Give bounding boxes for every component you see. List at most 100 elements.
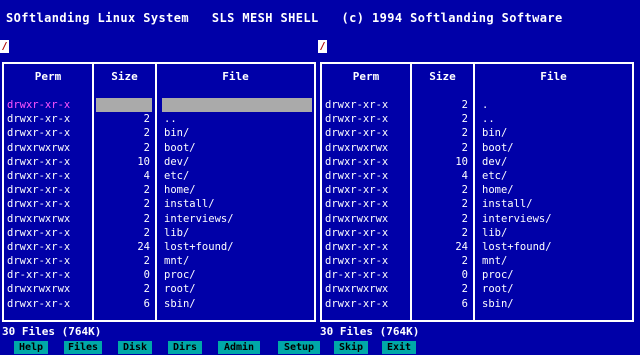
left-file-name: lib/ xyxy=(164,226,190,239)
right-path-marker[interactable]: / xyxy=(318,40,327,53)
fkey-exit-button[interactable]: Exit xyxy=(382,341,416,354)
fkey-skip-button[interactable]: Skip xyxy=(334,341,368,354)
fkey-setup-button[interactable]: Setup xyxy=(278,341,320,354)
left-file-size: 2 xyxy=(143,184,150,197)
right-file-name: root/ xyxy=(482,283,514,296)
left-file-perm: drwxrwxrwx xyxy=(7,283,71,296)
left-file-size: 2 xyxy=(143,283,150,296)
left-file-perm: drwxr-xr-x xyxy=(7,127,71,140)
left-size-header[interactable]: Size xyxy=(94,70,155,83)
left-file-size: 2 xyxy=(143,127,150,140)
left-file-row[interactable]: drwxr-xr-x 2.. xyxy=(4,112,314,126)
right-perm-header[interactable]: Perm xyxy=(322,70,410,83)
left-file-name: interviews/ xyxy=(164,212,234,225)
left-file-name: etc/ xyxy=(164,169,190,182)
left-file-size: 2 xyxy=(143,255,150,268)
left-file-row[interactable]: drwxr-xr-x 2 mnt/ xyxy=(4,254,314,268)
left-file-name: .. xyxy=(164,113,177,126)
left-file-perm: drwxr-xr-x xyxy=(7,169,71,182)
left-file-perm: dr-xr-xr-x xyxy=(7,269,71,282)
right-file-size: 2 xyxy=(461,198,468,211)
right-file-name: .. xyxy=(482,113,495,126)
right-file-size: 2 xyxy=(461,184,468,197)
right-file-perm: drwxr-xr-x xyxy=(325,127,389,140)
right-file-row[interactable]: drwxr-xr-x 2. xyxy=(322,98,632,112)
right-file-list: drwxr-xr-x 2. drwxr-xr-x 2.. drwxr-xr-x 2 bin/… xyxy=(322,98,632,311)
left-file-row[interactable]: drwxr-xr-x 2. xyxy=(4,98,314,112)
left-file-name: home/ xyxy=(164,184,196,197)
right-file-row[interactable]: drwxr-xr-x 2 home/ xyxy=(322,183,632,197)
right-file-size: 2 xyxy=(461,127,468,140)
left-file-size: 2 xyxy=(143,198,150,211)
left-file-row[interactable]: drwxr-xr-x 24 lost+found/ xyxy=(4,240,314,254)
right-file-size: 2 xyxy=(461,212,468,225)
left-file-name: install/ xyxy=(164,198,215,211)
left-file-size: 2 xyxy=(143,226,150,239)
left-file-header[interactable]: File xyxy=(157,70,314,83)
fkey-admin-button[interactable]: Admin xyxy=(218,341,260,354)
fkey-help-button[interactable]: Help xyxy=(14,341,48,354)
fkey-dirs-button[interactable]: Dirs xyxy=(168,341,202,354)
right-file-name: home/ xyxy=(482,184,514,197)
left-file-perm: drwxr-xr-x xyxy=(7,184,71,197)
right-file-perm: drwxr-xr-x xyxy=(325,240,389,253)
left-file-row[interactable]: drwxrwxrwx 2 interviews/ xyxy=(4,212,314,226)
left-file-row[interactable]: drwxr-xr-x 2 bin/ xyxy=(4,126,314,140)
right-file-name: lib/ xyxy=(482,226,508,239)
left-file-row[interactable]: drwxrwxrwx 2 root/ xyxy=(4,282,314,296)
left-perm-header[interactable]: Perm xyxy=(4,70,92,83)
left-file-size: 4 xyxy=(143,169,150,182)
left-path-bar: / xyxy=(0,40,320,54)
right-file-row[interactable]: drwxr-xr-x 4 etc/ xyxy=(322,169,632,183)
left-file-size: 10 xyxy=(137,155,150,168)
right-file-row[interactable]: drwxrwxrwx 2 root/ xyxy=(322,282,632,296)
left-file-size: 2 xyxy=(143,113,150,126)
left-file-row[interactable]: drwxrwxrwx 2 boot/ xyxy=(4,141,314,155)
fkey-disk-button[interactable]: Disk xyxy=(118,341,152,354)
left-file-row[interactable]: drwxr-xr-x 2 install/ xyxy=(4,197,314,211)
left-file-row[interactable]: drwxr-xr-x 4 etc/ xyxy=(4,169,314,183)
right-file-size: 2 xyxy=(461,141,468,154)
right-file-perm: drwxr-xr-x xyxy=(325,155,389,168)
left-file-size: 24 xyxy=(137,240,150,253)
left-file-name: . xyxy=(162,98,312,112)
left-file-perm: drwxrwxrwx xyxy=(7,212,71,225)
right-file-perm: drwxrwxrwx xyxy=(325,141,389,154)
right-file-row[interactable]: drwxr-xr-x 2 lib/ xyxy=(322,226,632,240)
right-file-row[interactable]: drwxr-xr-x 10 dev/ xyxy=(322,155,632,169)
right-file-name: mnt/ xyxy=(482,255,508,268)
right-file-size: 10 xyxy=(455,155,468,168)
left-status: 30 Files (764K) xyxy=(2,325,102,338)
right-file-size: 2 xyxy=(461,113,468,126)
right-file-perm: drwxr-xr-x xyxy=(325,184,389,197)
left-file-size: 6 xyxy=(143,297,150,310)
right-file-perm: drwxrwxrwx xyxy=(325,212,389,225)
left-file-row[interactable]: drwxr-xr-x 2 lib/ xyxy=(4,226,314,240)
left-file-row[interactable]: drwxr-xr-x 6 sbin/ xyxy=(4,297,314,311)
right-file-row[interactable]: drwxr-xr-x 2.. xyxy=(322,112,632,126)
right-file-header[interactable]: File xyxy=(475,70,632,83)
right-file-name: . xyxy=(482,99,489,111)
right-file-row[interactable]: drwxr-xr-x 2 mnt/ xyxy=(322,254,632,268)
left-path-marker[interactable]: / xyxy=(0,40,9,53)
left-file-name: lost+found/ xyxy=(164,240,234,253)
right-size-header[interactable]: Size xyxy=(412,70,473,83)
right-file-row[interactable]: drwxrwxrwx 2 boot/ xyxy=(322,141,632,155)
left-file-row[interactable]: drwxr-xr-x 2 home/ xyxy=(4,183,314,197)
left-file-perm: drwxr-xr-x xyxy=(7,99,71,111)
right-file-panel[interactable]: Perm Size File drwxr-xr-x 2. drwxr-xr-x 2..… xyxy=(320,62,634,322)
right-file-row[interactable]: drwxr-xr-x 2 bin/ xyxy=(322,126,632,140)
left-file-name: boot/ xyxy=(164,141,196,154)
right-file-name: dev/ xyxy=(482,155,508,168)
right-file-size: 2 xyxy=(461,283,468,296)
right-file-row[interactable]: drwxr-xr-x 2 install/ xyxy=(322,197,632,211)
right-file-row[interactable]: drwxr-xr-x 6 sbin/ xyxy=(322,297,632,311)
right-file-row[interactable]: dr-xr-xr-x 0 proc/ xyxy=(322,268,632,282)
left-file-row[interactable]: dr-xr-xr-x 0 proc/ xyxy=(4,268,314,282)
left-file-row[interactable]: drwxr-xr-x 10 dev/ xyxy=(4,155,314,169)
fkey-files-button[interactable]: Files xyxy=(64,341,102,354)
right-file-row[interactable]: drwxr-xr-x 24 lost+found/ xyxy=(322,240,632,254)
left-file-panel[interactable]: Perm Size File drwxr-xr-x 2. drwxr-xr-x 2..… xyxy=(2,62,316,322)
left-file-size: 2 xyxy=(143,212,150,225)
right-file-row[interactable]: drwxrwxrwx 2 interviews/ xyxy=(322,212,632,226)
